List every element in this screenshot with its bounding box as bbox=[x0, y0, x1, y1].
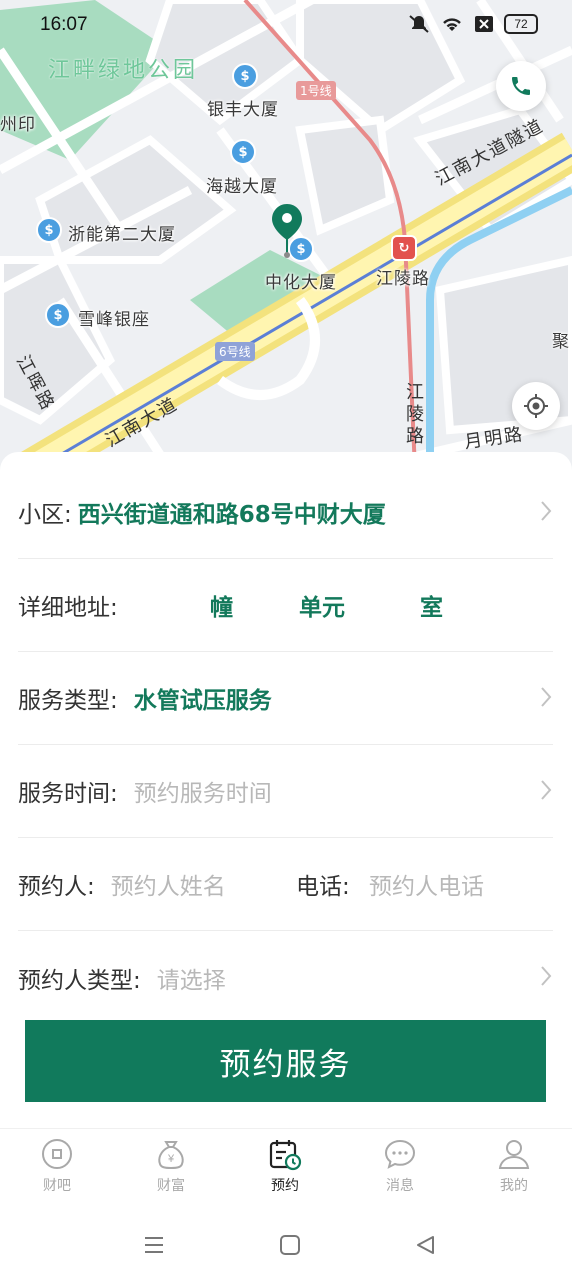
booker-label: 预约人: bbox=[18, 874, 95, 900]
battery-icon: 72 bbox=[504, 14, 538, 34]
status-bar: 16:07 72 bbox=[0, 0, 572, 52]
map-view[interactable]: 江畔绿地公园 州印 聚 $ 银丰大厦 $ 海越大厦 $ 浙能第二大厦 $ 中化大… bbox=[0, 0, 572, 470]
chevron-right-icon bbox=[541, 966, 552, 986]
booker-type-row[interactable]: 预约人类型: 请选择 bbox=[18, 931, 553, 1024]
place-label-haiyue[interactable]: 海越大厦 bbox=[206, 172, 278, 197]
svg-text:¥: ¥ bbox=[167, 1153, 175, 1165]
call-button[interactable] bbox=[496, 61, 546, 111]
community-row[interactable]: 小区: 西兴街道通和路68号中财大厦 bbox=[18, 466, 553, 559]
locate-button[interactable] bbox=[512, 382, 560, 430]
chevron-right-icon bbox=[541, 687, 552, 707]
place-label-zhou: 州印 bbox=[0, 115, 36, 135]
user-icon bbox=[498, 1140, 530, 1169]
menu-icon[interactable] bbox=[143, 1234, 165, 1256]
tab-label: 预约 bbox=[271, 1178, 299, 1194]
booker-type-label: 预约人类型: bbox=[18, 967, 141, 994]
service-type-label: 服务类型: bbox=[18, 688, 118, 714]
place-label-zhonghua[interactable]: 中化大厦 bbox=[265, 268, 337, 293]
booker-row: 预约人: 预约人姓名 电话: 预约人电话 bbox=[18, 838, 553, 931]
bottom-tab-bar: 财吧 ¥ 财富 预约 消息 我的 bbox=[0, 1128, 572, 1210]
status-time: 16:07 bbox=[40, 14, 88, 35]
service-time-row[interactable]: 服务时间: 预约服务时间 bbox=[18, 745, 553, 838]
phone-label: 电话: bbox=[296, 874, 350, 900]
community-label: 小区: bbox=[18, 502, 72, 528]
service-time-label: 服务时间: bbox=[18, 781, 118, 807]
back-icon[interactable] bbox=[414, 1234, 436, 1256]
bank-poi-icon[interactable]: $ bbox=[232, 63, 258, 89]
circle-square-icon bbox=[42, 1139, 72, 1169]
community-value: 西兴街道通和路68号中财大厦 bbox=[77, 502, 386, 528]
bank-poi-icon[interactable]: $ bbox=[45, 302, 71, 328]
phone-icon bbox=[512, 77, 530, 95]
mute-bell-icon bbox=[409, 15, 429, 33]
booker-name-field[interactable]: 预约人姓名 bbox=[111, 867, 226, 901]
unit-field[interactable]: 单元 bbox=[299, 588, 345, 622]
tab-xiaoxi[interactable]: 消息 bbox=[360, 1137, 440, 1195]
place-label-ju: 聚 bbox=[552, 332, 570, 352]
wifi-icon bbox=[443, 18, 461, 31]
room-field[interactable]: 室 bbox=[420, 588, 443, 622]
tab-label: 财富 bbox=[157, 1178, 185, 1194]
place-label-jiangling-stop[interactable]: 江陵路 bbox=[376, 264, 430, 289]
calendar-clock-icon bbox=[269, 1140, 302, 1171]
address-row: 详细地址: 幢 单元 室 bbox=[18, 559, 553, 652]
crosshair-icon bbox=[524, 394, 548, 418]
place-label-zheneng[interactable]: 浙能第二大厦 bbox=[68, 220, 176, 245]
road-label-jiangling: 江陵路 bbox=[406, 382, 426, 447]
service-type-value: 水管试压服务 bbox=[133, 688, 272, 714]
tab-label: 消息 bbox=[386, 1178, 414, 1194]
metro-line6-tag: 6号线 bbox=[215, 342, 255, 361]
place-label-xuefeng[interactable]: 雪峰银座 bbox=[78, 305, 150, 330]
address-label: 详细地址: bbox=[18, 595, 118, 621]
money-bag-icon: ¥ bbox=[158, 1141, 184, 1170]
tab-label: 财吧 bbox=[43, 1178, 71, 1194]
building-field[interactable]: 幢 bbox=[210, 588, 233, 622]
bank-poi-icon[interactable]: $ bbox=[36, 217, 62, 243]
chevron-right-icon bbox=[541, 780, 552, 800]
book-service-button[interactable]: 预约服务 bbox=[25, 1020, 546, 1102]
location-pin-icon bbox=[272, 204, 302, 264]
tab-caifu[interactable]: ¥ 财富 bbox=[131, 1137, 211, 1195]
tab-caiba[interactable]: 财吧 bbox=[17, 1137, 97, 1195]
sim-x-icon bbox=[475, 16, 493, 32]
home-icon[interactable] bbox=[279, 1234, 301, 1256]
phone-field[interactable]: 预约人电话 bbox=[369, 867, 484, 901]
bank-poi-icon[interactable]: $ bbox=[230, 139, 256, 165]
tab-yuyue[interactable]: 预约 bbox=[245, 1137, 325, 1195]
tab-label: 我的 bbox=[500, 1178, 528, 1194]
system-nav-bar bbox=[0, 1210, 572, 1280]
booker-type-select: 请选择 bbox=[156, 967, 226, 994]
place-label-yinfeng[interactable]: 银丰大厦 bbox=[207, 95, 279, 120]
tab-wode[interactable]: 我的 bbox=[474, 1137, 554, 1195]
service-time-field: 预约服务时间 bbox=[133, 781, 272, 807]
metro-line1-tag: 1号线 bbox=[296, 81, 336, 100]
service-type-row[interactable]: 服务类型: 水管试压服务 bbox=[18, 652, 553, 745]
chevron-right-icon bbox=[541, 501, 552, 521]
park-label: 江畔绿地公园 bbox=[48, 58, 199, 83]
chat-bubble-icon bbox=[384, 1139, 416, 1169]
metro-station-icon[interactable]: ↻ bbox=[391, 235, 417, 261]
